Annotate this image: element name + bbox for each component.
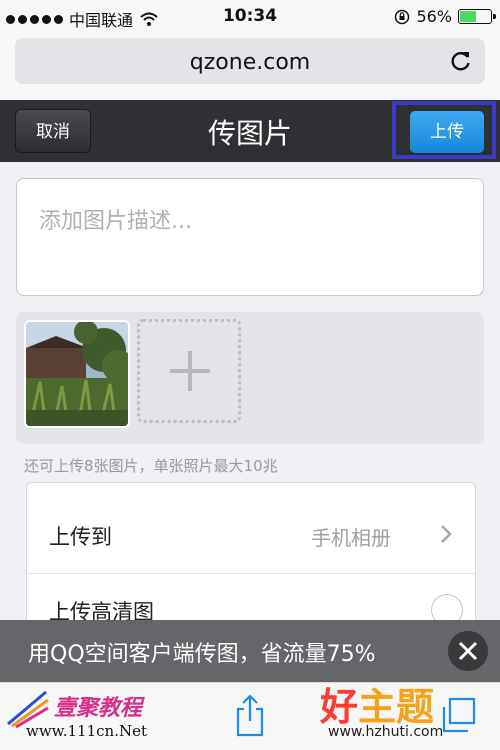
share-icon[interactable]: [232, 693, 268, 737]
status-bar: 中国联通 10:34 56%: [0, 0, 500, 34]
close-icon[interactable]: [448, 631, 488, 671]
battery-fill: [460, 11, 477, 22]
watermark-right-logo: 好主题: [320, 685, 435, 729]
upload-to-row[interactable]: 上传到 手机相册: [27, 483, 475, 574]
battery-percent: 56%: [416, 7, 452, 26]
reload-icon[interactable]: [449, 49, 473, 73]
status-right: 56%: [394, 7, 496, 26]
upload-button[interactable]: 上传: [410, 111, 484, 153]
photo-image: [26, 322, 128, 426]
battery-icon: [458, 9, 496, 24]
upload-to-label: 上传到: [49, 525, 112, 549]
upload-hint: 还可上传8张图片，单张照片最大10兆: [24, 457, 278, 475]
watermark-left-url: www.111cn.Net: [26, 722, 147, 740]
address-bar[interactable]: qzone.com: [15, 38, 485, 84]
settings-list: 上传到 手机相册 上传高清图: [26, 482, 476, 634]
watermark-left: 壹聚教程 www.111cn.Net: [4, 684, 164, 748]
watermark-left-logo: 壹聚教程: [54, 696, 143, 721]
photo-thumbnail[interactable]: [24, 320, 130, 428]
watermark-right: 好主题 www.hzhuti.com: [320, 676, 500, 750]
app-promo-banner[interactable]: 用QQ空间客户端传图，省流量75%: [0, 620, 500, 682]
banner-text: 用QQ空间客户端传图，省流量75%: [28, 642, 376, 667]
chevron-right-icon: [441, 525, 452, 543]
photo-area: [16, 312, 484, 444]
browser-url-area: qzone.com: [0, 34, 500, 100]
rotation-lock-icon: [395, 9, 410, 24]
description-placeholder: 添加图片描述...: [39, 209, 192, 234]
upload-to-value: 手机相册: [311, 526, 391, 550]
url-text[interactable]: qzone.com: [15, 50, 485, 75]
watermark-right-url: www.hzhuti.com: [328, 724, 444, 740]
add-photo-button[interactable]: [137, 319, 241, 423]
description-input[interactable]: 添加图片描述...: [16, 178, 484, 296]
